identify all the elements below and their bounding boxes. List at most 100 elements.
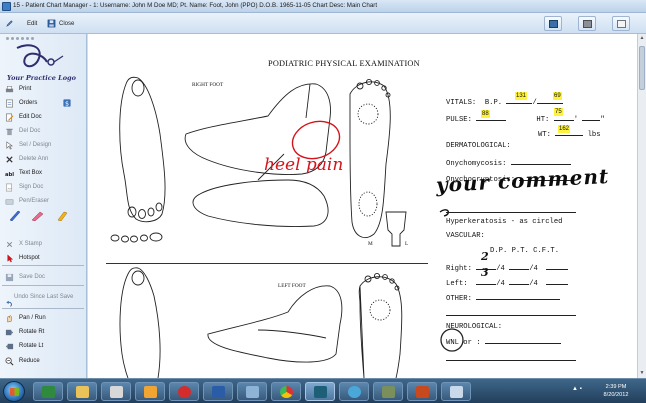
bp-diastolic-value: 69 [553, 92, 562, 100]
taskbar-app-media[interactable] [101, 382, 131, 401]
globe-icon [348, 386, 361, 398]
taskbar-app-explorer[interactable] [67, 382, 97, 401]
sidebar-item-delete-ann[interactable]: Delete Ann [5, 154, 48, 164]
weight-value: 162 [558, 125, 571, 133]
right-foot-plantar-view [349, 81, 391, 238]
taskbar-app-paint[interactable] [441, 382, 471, 401]
sidebar-item-orders[interactable]: Orders $ [5, 98, 71, 108]
hyperkeratosis-label: Hyperkeratosis - as circled [446, 218, 563, 226]
taskbar-app-outlook[interactable] [135, 382, 165, 401]
taskbar-app-patient-chart[interactable] [305, 382, 335, 401]
blank-line [446, 354, 576, 364]
taskbar-app-opera[interactable] [169, 382, 199, 401]
taskbar-app-chrome[interactable] [271, 382, 301, 401]
window-title-bar[interactable]: 15 - Patient Chart Manager - 1: Username… [0, 0, 646, 13]
taskbar-app-chart[interactable] [237, 382, 267, 401]
reduce-icon [5, 357, 14, 365]
sidebar-item-rotate-rt[interactable]: Rotate Rt [5, 327, 44, 337]
sidebar-item-print[interactable]: Print [5, 84, 31, 94]
close-button[interactable]: Close [47, 18, 74, 29]
sidebar-item-del-doc[interactable]: Del Doc [5, 126, 40, 136]
tool-icon [382, 386, 395, 398]
scroll-up-icon[interactable]: ▲ [639, 35, 645, 42]
paint-icon [450, 386, 463, 398]
sidebar-item-label: Text Box [19, 170, 43, 176]
taskbar-app-globe[interactable] [339, 382, 369, 401]
sidebar-item-text-box[interactable]: abl Text Box [5, 168, 42, 178]
toolbar: Edit Close [0, 13, 646, 34]
orders-icon [6, 99, 13, 107]
pen-eraser-icon [5, 198, 14, 204]
sidebar-separator [2, 285, 84, 286]
grip-dots[interactable] [6, 37, 34, 40]
pulse-row: PULSE: HT: ' " [446, 116, 605, 124]
edit-label: Edit [27, 20, 38, 27]
hotspot-icon [7, 253, 14, 262]
eraser-icon [31, 211, 44, 221]
sidebar-item-label: Pan / Run [19, 315, 46, 321]
x-icon [6, 155, 13, 163]
sidebar-item-rotate-lt[interactable]: Rotate Lt [5, 341, 43, 351]
tray-overflow-icon[interactable]: ▲ ▪ [572, 386, 592, 396]
printer-icon [583, 20, 592, 28]
app-icon [2, 2, 11, 11]
taskbar-app-powerpoint[interactable] [407, 382, 437, 401]
pen-color-icons [9, 210, 68, 221]
opera-icon [178, 386, 191, 398]
blank-line [446, 309, 576, 319]
close-label: Close [59, 20, 75, 27]
sidebar-item-label: Rotate Rt [19, 329, 45, 335]
word-icon [212, 386, 225, 398]
sidebar-item-sel-design[interactable]: Sel / Design [5, 140, 51, 150]
sidebar-item-label: Hotspot [19, 255, 40, 261]
scroll-down-icon[interactable]: ▼ [639, 370, 645, 377]
sidebar-item-undo[interactable]: Undo Since Last Save [5, 292, 73, 302]
pointer-icon [6, 140, 14, 149]
sidebar-item-label: Edit Doc [19, 114, 42, 120]
left-foot-plantar-view [358, 276, 403, 378]
sidebar-item-label: Delete Ann [19, 156, 49, 162]
sidebar-item-label: Del Doc [19, 128, 41, 134]
scroll-thumb[interactable] [639, 46, 645, 90]
sidebar-item-reduce[interactable]: Reduce [5, 356, 40, 366]
system-clock[interactable]: 2:39 PM 8/20/2012 [594, 384, 638, 399]
neurological-label: NEUROLOGICAL: [446, 323, 503, 331]
edit-doc-icon [6, 113, 14, 121]
document-viewer[interactable]: PODIATRIC PHYSICAL EXAMINATION RIGHT FOO… [88, 34, 637, 378]
print-menu-button[interactable] [578, 16, 596, 31]
sidebar-item-save-doc[interactable]: Save Doc [5, 272, 45, 282]
view-menu-button[interactable] [544, 16, 562, 31]
taskbar-app-excel[interactable] [33, 382, 63, 401]
sidebar-item-sign-doc[interactable]: Sign Doc [5, 182, 43, 192]
sidebar-item-label: Save Doc [19, 274, 46, 280]
vertical-scrollbar[interactable]: ▲ ▼ [637, 34, 646, 378]
sidebar-item-hotspot[interactable]: Hotspot [5, 253, 40, 263]
left-dp-handwritten: 3 [481, 266, 489, 279]
blank-line [446, 206, 576, 216]
sidebar-item-label: X Stamp [19, 241, 43, 247]
start-button[interactable] [3, 381, 25, 402]
sidebar-item-label: Reduce [19, 358, 40, 364]
sidebar-item-x-stamp[interactable]: X Stamp [5, 239, 42, 249]
practice-logo: Your Practice Logo [3, 42, 85, 82]
edit-button[interactable]: Edit [5, 18, 37, 29]
section-divider [106, 263, 428, 264]
sidebar-item-label: Sign Doc [19, 184, 44, 190]
dollar-icon: $ [63, 99, 71, 107]
taskbar-app-word[interactable] [203, 382, 233, 401]
document-menu-button[interactable] [612, 16, 630, 31]
other-row: OTHER: [446, 293, 561, 303]
taskbar-app-tool[interactable] [373, 382, 403, 401]
chrome-icon [280, 386, 293, 398]
pencil-icon [6, 20, 13, 27]
sidebar-item-label: Print [19, 86, 32, 92]
sidebar-item-pen-eraser[interactable]: Pen/Eraser [5, 196, 49, 206]
bp-systolic-value: 131 [515, 92, 528, 100]
text-box-icon: abl [5, 171, 14, 177]
trash-icon [6, 128, 13, 135]
sidebar-item-pan-run[interactable]: Pan / Run [5, 313, 46, 323]
sidebar-item-label: Rotate Lt [19, 343, 44, 349]
media-icon [110, 386, 123, 398]
window-title: 15 - Patient Chart Manager - 1: Username… [13, 2, 378, 9]
sidebar-item-edit-doc[interactable]: Edit Doc [5, 112, 42, 122]
